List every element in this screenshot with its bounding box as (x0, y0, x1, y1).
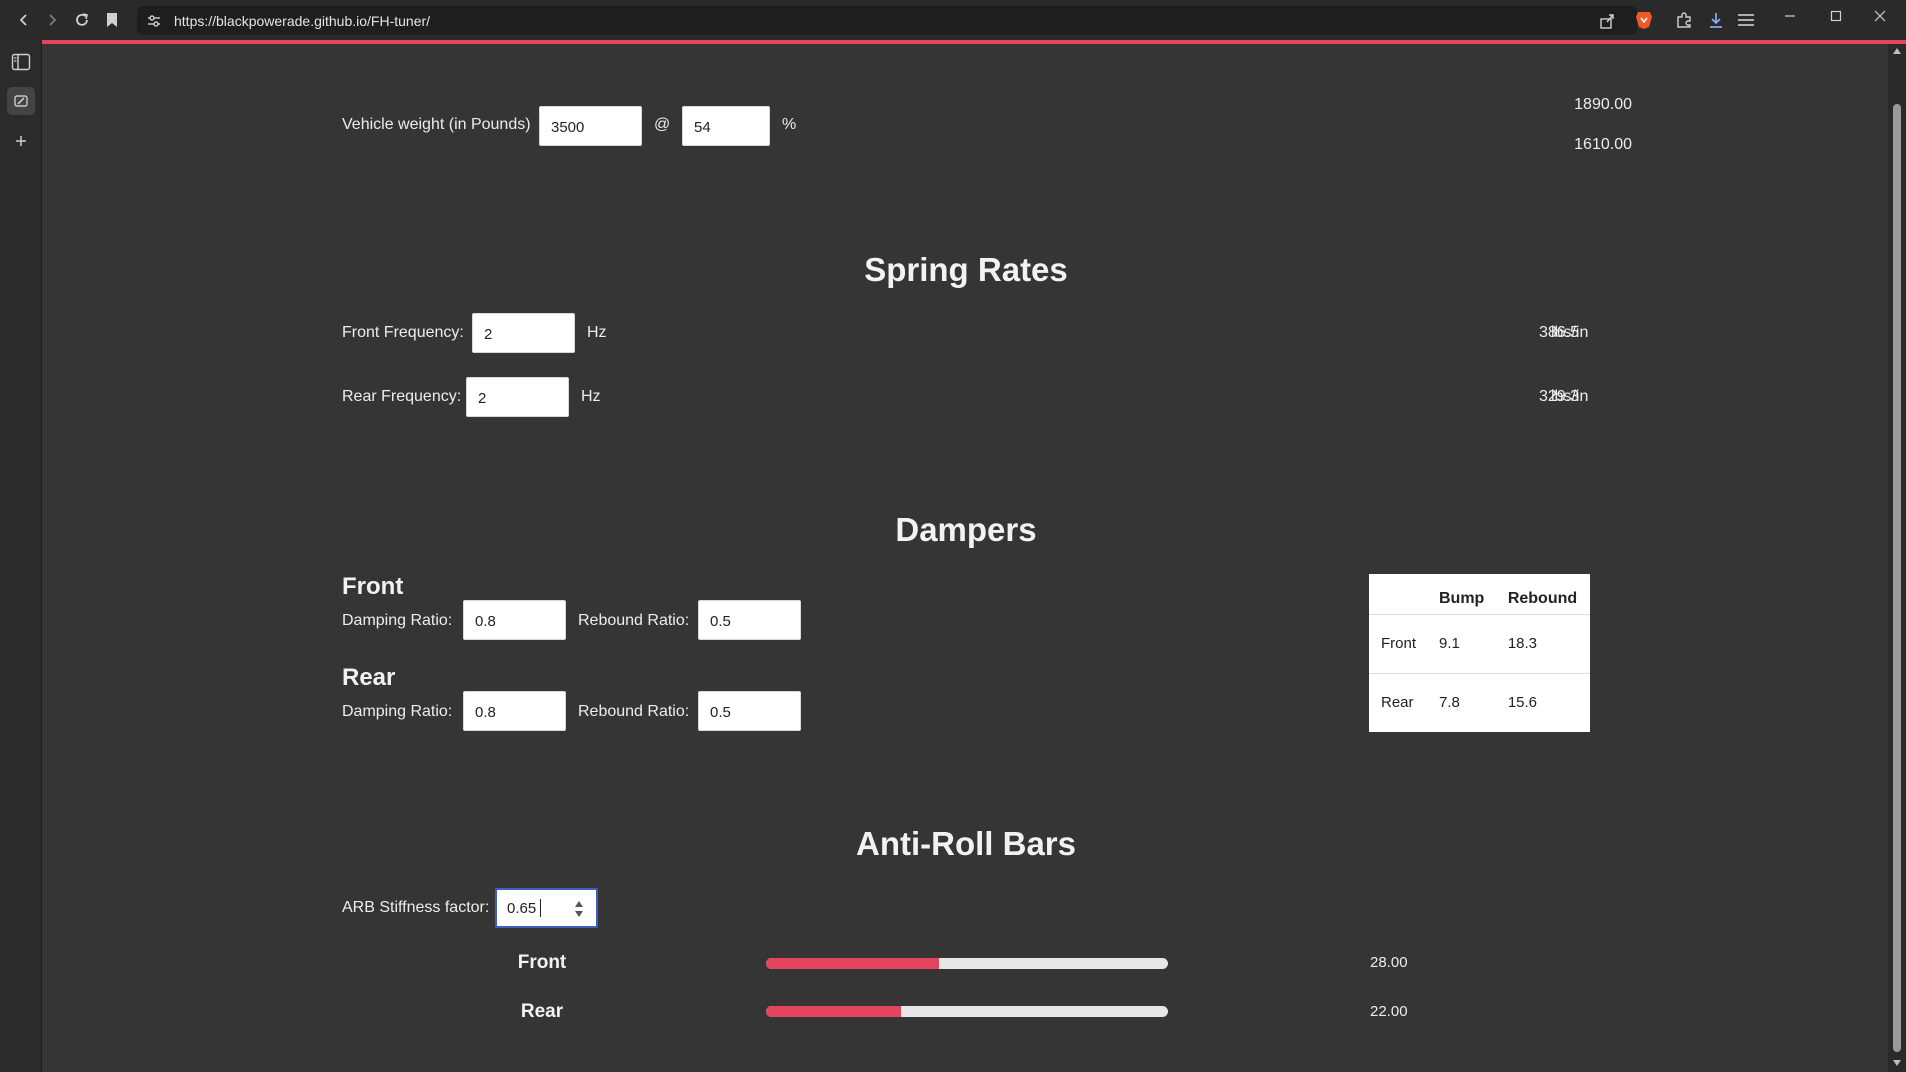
brave-lion-icon[interactable] (1632, 8, 1656, 32)
page-scrollbar[interactable] (1888, 44, 1906, 1072)
front-rebound-ratio-input[interactable]: 0.5 (698, 600, 801, 640)
minimize-icon[interactable] (1776, 6, 1804, 26)
front-weight-value: 1890.00 (1574, 96, 1632, 113)
front-damping-ratio-label: Damping Ratio: (342, 612, 453, 629)
scroll-up-icon[interactable] (1892, 46, 1902, 56)
arb-front-label: Front (517, 952, 567, 973)
scroll-thumb[interactable] (1893, 104, 1901, 1052)
arb-rear-label: Rear (520, 1001, 564, 1022)
rebound-value: 15.6 (1507, 694, 1538, 712)
rear-spring-rate-unit: lbs/in (1551, 388, 1589, 405)
row-name: Front (1369, 614, 1427, 674)
downloads-icon[interactable] (1704, 8, 1728, 32)
front-frequency-input[interactable]: 2 (472, 313, 575, 353)
front-spring-rate-unit: lbs/in (1551, 324, 1589, 341)
spring-rates-heading: Spring Rates (864, 251, 1068, 288)
table-row: Front 9.1 18.3 (1369, 614, 1590, 674)
arb-rear-slider[interactable] (766, 1006, 1168, 1017)
site-settings-icon[interactable] (145, 12, 163, 30)
arb-front-slider-fill (766, 958, 939, 969)
bump-value: 9.1 (1426, 614, 1496, 674)
reload-icon[interactable] (68, 6, 96, 34)
vehicle-weight-label: Vehicle weight (in Pounds) (342, 116, 531, 133)
bump-value: 7.8 (1438, 694, 1460, 712)
page-content: Vehicle weight (in Pounds) 3500 @ 54 % 1… (42, 44, 1888, 1072)
rear-rebound-ratio-label: Rebound Ratio: (578, 703, 690, 720)
anti-roll-bars-heading: Anti-Roll Bars (855, 825, 1076, 862)
back-icon[interactable] (10, 6, 38, 34)
rear-weight-value: 1610.00 (1574, 136, 1632, 153)
vehicle-weight-input[interactable]: 3500 (539, 106, 642, 146)
front-damping-ratio-input[interactable]: 0.8 (463, 600, 566, 640)
browser-side-panel (0, 40, 42, 1072)
number-spinner-icon[interactable] (574, 898, 584, 920)
dampers-rear-heading: Rear (342, 664, 396, 691)
rear-frequency-input[interactable]: 2 (466, 377, 569, 417)
rear-rebound-ratio-input[interactable]: 0.5 (698, 691, 801, 731)
rear-damping-ratio-label: Damping Ratio: (342, 703, 453, 720)
add-panel-icon[interactable] (7, 127, 35, 155)
table-header-row: Bump Rebound (1369, 574, 1590, 615)
dampers-front-heading: Front (342, 573, 404, 600)
arb-front-slider[interactable] (766, 958, 1168, 969)
text-cursor (540, 899, 541, 917)
damper-results-table: Bump Rebound Front 9.1 18.3 Rear 7.8 15.… (1369, 574, 1590, 732)
browser-toolbar: https://blackpowerade.github.io/FH-tuner… (0, 0, 1906, 40)
percent-symbol: % (782, 116, 797, 133)
scroll-down-icon[interactable] (1892, 1058, 1902, 1068)
arb-stiffness-input[interactable]: 0.65 (495, 888, 598, 928)
share-icon[interactable] (1597, 11, 1617, 31)
front-frequency-unit: Hz (587, 324, 607, 341)
arb-stiffness-label: ARB Stiffness factor: (342, 899, 490, 916)
rear-frequency-label: Rear Frequency: (342, 388, 462, 405)
rear-frequency-unit: Hz (581, 388, 601, 405)
table-header-rebound: Rebound (1495, 574, 1590, 615)
url-text: https://blackpowerade.github.io/FH-tuner… (174, 13, 431, 29)
row-name: Rear (1381, 694, 1414, 712)
forward-icon[interactable] (38, 6, 66, 34)
address-bar[interactable]: https://blackpowerade.github.io/FH-tuner… (137, 6, 1637, 35)
bookmark-icon[interactable] (98, 6, 126, 34)
leo-pen-icon[interactable] (7, 87, 35, 115)
maximize-icon[interactable] (1822, 6, 1850, 26)
arb-rear-slider-fill (766, 1006, 902, 1017)
arb-stiffness-value: 0.65 (507, 900, 537, 917)
front-rebound-ratio-label: Rebound Ratio: (578, 612, 690, 629)
dampers-heading: Dampers (895, 511, 1037, 548)
rear-damping-ratio-input[interactable]: 0.8 (463, 691, 566, 731)
sidebar-toggle-icon[interactable] (7, 48, 35, 76)
extensions-icon[interactable] (1672, 8, 1696, 32)
rebound-value: 18.3 (1495, 614, 1590, 674)
menu-icon[interactable] (1734, 8, 1758, 32)
table-header-bump: Bump (1426, 574, 1496, 615)
arb-rear-value: 22.00 (1370, 1003, 1408, 1020)
table-header-empty (1369, 574, 1427, 615)
front-frequency-label: Front Frequency: (342, 324, 464, 341)
table-row: Rear 7.8 15.6 (1369, 673, 1590, 732)
weight-distribution-input[interactable]: 54 (682, 106, 770, 146)
arb-front-value: 28.00 (1370, 954, 1408, 971)
at-symbol: @ (654, 116, 671, 133)
close-window-icon[interactable] (1866, 6, 1894, 26)
